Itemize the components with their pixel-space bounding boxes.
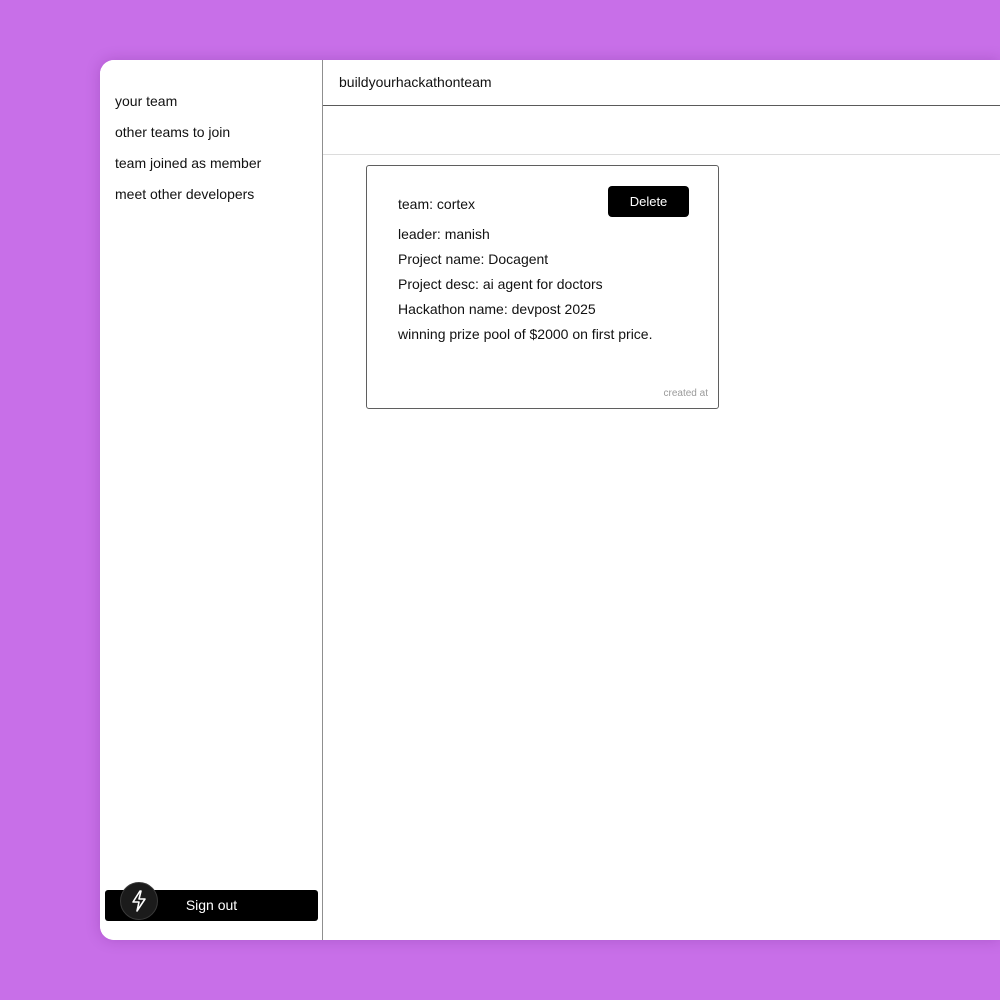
sign-out-button[interactable]: Sign out [105,882,318,921]
sidebar-item-team-joined[interactable]: team joined as member [115,148,261,179]
sidebar-item-meet-developers[interactable]: meet other developers [115,179,261,210]
prize-pool: winning prize pool of $2000 on first pri… [398,326,653,342]
team-details: team: cortex leader: manish Project name… [398,194,678,349]
sidebar-nav: your team other teams to join team joine… [115,86,261,210]
project-name: Project name: Docagent [398,251,549,267]
card-timestamp: created at [663,388,708,399]
sidebar-item-other-teams[interactable]: other teams to join [115,117,261,148]
sidebar: your team other teams to join team joine… [100,60,323,940]
main-content: buildyourhackathonteam Delete team: cort… [323,60,1000,940]
sidebar-item-your-team[interactable]: your team [115,86,261,117]
app-window: your team other teams to join team joine… [100,60,1000,940]
project-description: Project desc: ai agent for doctors [398,276,603,292]
top-bar: buildyourhackathonteam [323,60,1000,106]
team-name: team: cortex [398,196,476,212]
hackathon-name: Hackathon name: devpost 2025 [398,301,596,317]
sign-out-label: Sign out [185,897,238,913]
team-card: Delete team: cortex leader: manish Proje… [366,165,719,409]
team-leader: leader: manish [398,226,490,242]
app-title: buildyourhackathonteam [339,74,492,90]
sub-toolbar [323,106,1000,155]
